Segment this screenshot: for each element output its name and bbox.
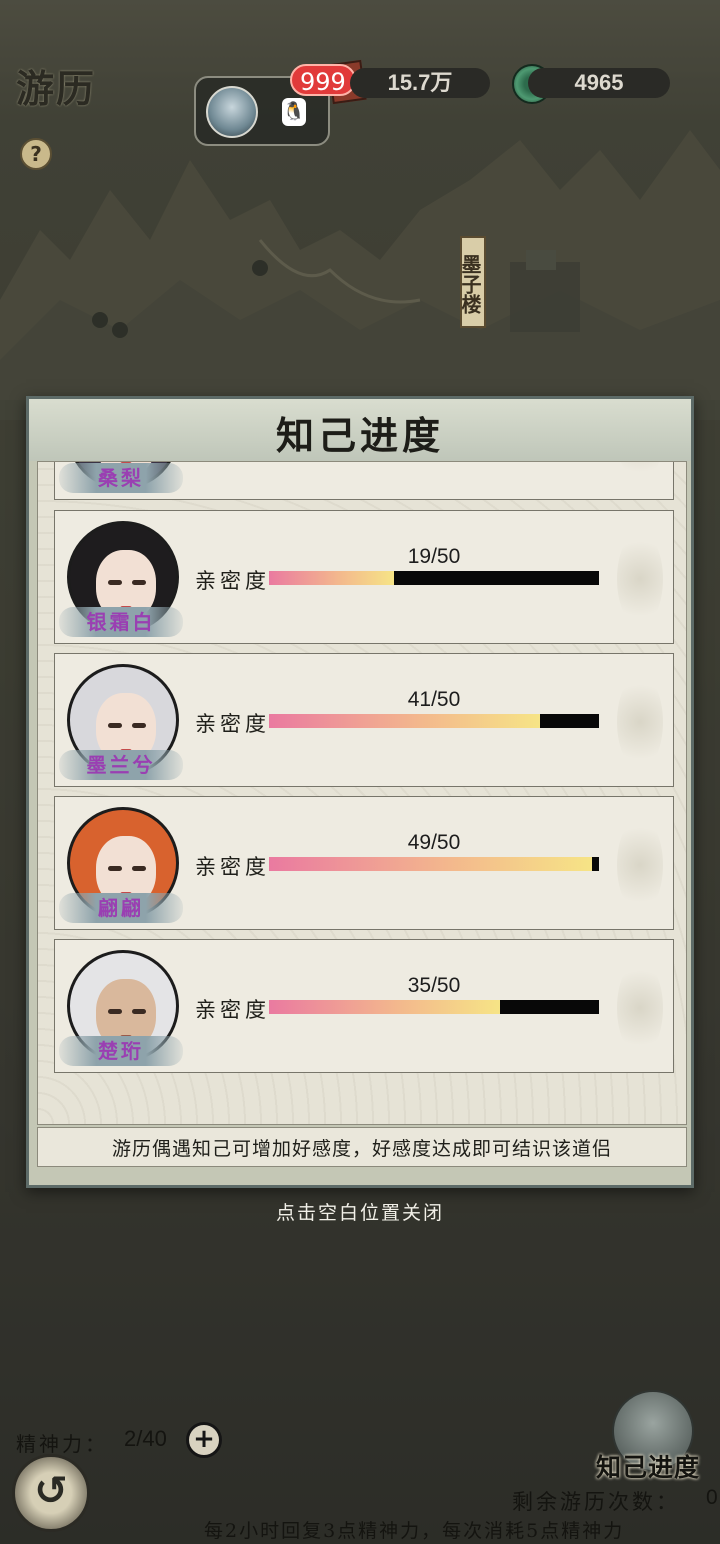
intimacy-value: 19/50	[407, 545, 461, 568]
coin-counter: 15.7万	[350, 68, 490, 98]
companion-list[interactable]: 桑梨 亲密度 银霜白 亲密度 19/50 墨兰兮	[37, 461, 687, 1125]
intimacy-bar	[269, 1000, 599, 1014]
intimacy-bar	[269, 714, 599, 728]
spirit-label: 精神力：	[16, 1432, 108, 1456]
intimacy-bar-fill	[269, 1000, 500, 1014]
intimacy-value: 35/50	[407, 974, 461, 997]
close-hint[interactable]: 点击空白位置关闭	[0, 1198, 720, 1225]
landmark-sign[interactable]: 墨子楼	[458, 236, 486, 328]
intimacy-bar-fill	[269, 714, 540, 728]
companion-card[interactable]: 墨兰兮 亲密度 41/50	[54, 653, 674, 787]
modal-footer: 游历偶遇知己可增加好感度，好感度达成即可结识该道侣	[37, 1127, 687, 1167]
avatar[interactable]	[206, 86, 258, 138]
jade-counter: 4965	[528, 68, 670, 98]
intimacy-value: 49/50	[407, 831, 461, 854]
companion-card[interactable]: 楚珩 亲密度 35/50	[54, 939, 674, 1073]
companion-card[interactable]: 桑梨 亲密度	[54, 462, 674, 500]
companion-name: 楚珩	[98, 1039, 144, 1063]
intimacy-label: 亲密度	[195, 712, 270, 736]
intimacy-bar-fill	[269, 857, 593, 871]
companion-progress-modal: 知己进度 桑梨 亲密度 银霜白 亲密度 19/50	[26, 396, 694, 1188]
name-plate: 墨兰兮	[59, 750, 183, 780]
companion-progress-label[interactable]: 知己进度	[596, 1448, 700, 1484]
intimacy-label: 亲密度	[195, 569, 270, 593]
modal-title: 知己进度	[275, 413, 444, 458]
remaining-value: 0	[706, 1486, 718, 1509]
intimacy-bar	[269, 857, 599, 871]
modal-header: 知己进度	[29, 399, 691, 461]
name-plate: 银霜白	[59, 607, 183, 637]
companion-name: 墨兰兮	[86, 753, 156, 777]
name-plate: 桑梨	[59, 463, 183, 493]
question-icon[interactable]: ?	[20, 138, 52, 170]
footer-hint: 游历偶遇知己可增加好感度，好感度达成即可结识该道侣	[111, 1138, 612, 1160]
page-title: 游历	[16, 66, 97, 111]
back-arrow-icon[interactable]: ↺	[12, 1454, 90, 1532]
intimacy-value: 41/50	[407, 688, 461, 711]
name-plate: 楚珩	[59, 1036, 183, 1066]
qq-penguin-icon: 🐧	[282, 98, 306, 126]
intimacy-bar	[269, 571, 599, 585]
companion-name: 银霜白	[86, 610, 156, 634]
intimacy-label: 亲密度	[195, 998, 270, 1022]
notification-badge: 999	[290, 64, 356, 96]
companion-name: 桑梨	[98, 466, 144, 490]
companion-card[interactable]: 翩翩 亲密度 49/50	[54, 796, 674, 930]
regen-info: 每2小时回复3点精神力，每次消耗5点精神力	[204, 1520, 625, 1542]
name-plate: 翩翩	[59, 893, 183, 923]
remaining-label: 剩余游历次数：	[512, 1490, 680, 1514]
companion-card[interactable]: 银霜白 亲密度 19/50	[54, 510, 674, 644]
intimacy-bar-fill	[269, 571, 395, 585]
companion-name: 翩翩	[98, 896, 144, 920]
intimacy-label: 亲密度	[195, 855, 270, 879]
add-spirit-button[interactable]: +	[186, 1422, 222, 1458]
spirit-value: 2/40	[124, 1426, 167, 1451]
